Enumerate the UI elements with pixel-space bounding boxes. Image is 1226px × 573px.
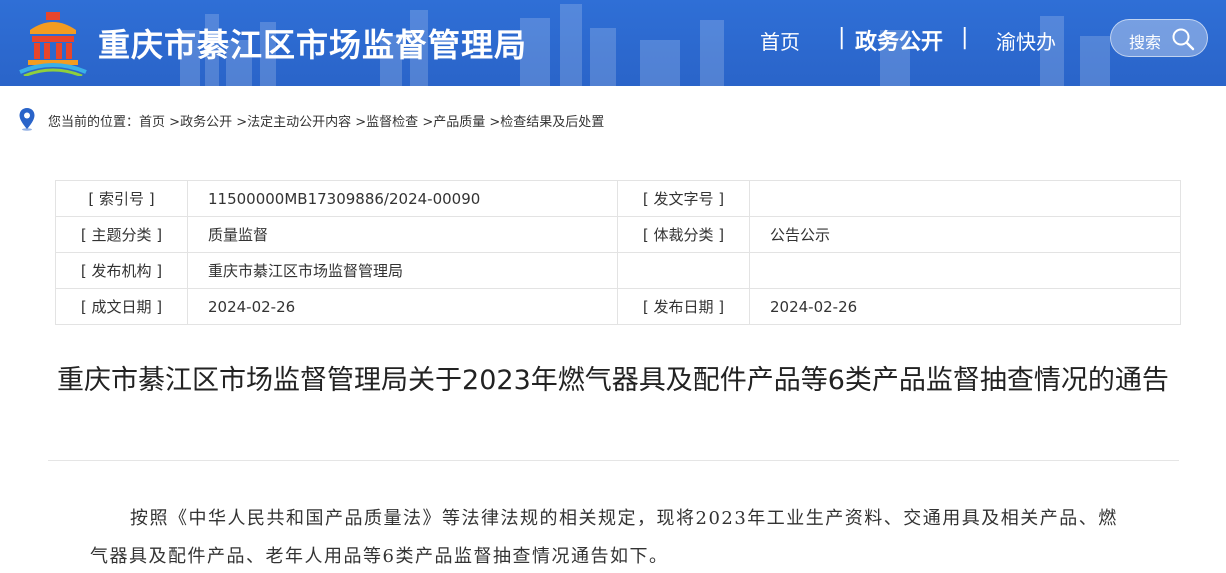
breadcrumb-item-statutory-content[interactable]: >法定主动公开内容 bbox=[236, 115, 351, 130]
table-row: [ 主题分类 ] 质量监督 [ 体裁分类 ] 公告公示 bbox=[55, 216, 1181, 253]
info-value-publisher: 重庆市綦江区市场监督管理局 bbox=[187, 252, 618, 289]
info-key-empty bbox=[617, 252, 750, 289]
search-button[interactable]: 搜索 bbox=[1110, 19, 1208, 57]
info-value-topic: 质量监督 bbox=[187, 216, 618, 253]
info-key-index: [ 索引号 ] bbox=[55, 180, 188, 217]
site-title: 重庆市綦江区市场监督管理局 bbox=[98, 26, 528, 64]
nav-yukuaiban-link[interactable]: 渝快办 bbox=[996, 26, 1056, 55]
breadcrumb-trail: 您当前的位置：首页 >政务公开 >法定主动公开内容 >监督检查 >产品质量 >检… bbox=[48, 111, 604, 130]
breadcrumb-item-home[interactable]: 首页 bbox=[139, 115, 165, 130]
document-body-paragraph: 按照《中华人民共和国产品质量法》等法律法规的相关规定，现将2023年工业生产资料… bbox=[90, 508, 1118, 567]
info-key-genre: [ 体裁分类 ] bbox=[617, 216, 750, 253]
table-row: [ 成文日期 ] 2024-02-26 [ 发布日期 ] 2024-02-26 bbox=[55, 288, 1181, 325]
info-value-publish-date: 2024-02-26 bbox=[749, 288, 1181, 325]
info-key-created-date: [ 成文日期 ] bbox=[55, 288, 188, 325]
breadcrumb-item-supervision[interactable]: >监督检查 bbox=[355, 115, 418, 130]
table-row: [ 索引号 ] 11500000MB17309886/2024-00090 [ … bbox=[55, 180, 1181, 217]
nav-gov-affairs-link[interactable]: 政务公开 bbox=[855, 24, 943, 56]
info-value-doc-number bbox=[749, 180, 1181, 217]
breadcrumb-item-inspection-results[interactable]: >检查结果及后处置 bbox=[489, 115, 604, 130]
info-key-publish-date: [ 发布日期 ] bbox=[617, 288, 750, 325]
search-icon bbox=[1172, 28, 1195, 51]
location-pin-icon bbox=[19, 108, 35, 131]
site-header: 重庆市綦江区市场监督管理局 首页 | 政务公开 | 渝快办 搜索 bbox=[0, 0, 1226, 86]
info-key-publisher: [ 发布机构 ] bbox=[55, 252, 188, 289]
nav-separator: | bbox=[838, 25, 846, 50]
nav-home-link[interactable]: 首页 bbox=[760, 26, 800, 55]
info-key-doc-number: [ 发文字号 ] bbox=[617, 180, 750, 217]
nav-separator: | bbox=[961, 25, 969, 50]
breadcrumb-item-gov-affairs[interactable]: >政务公开 bbox=[169, 115, 232, 130]
info-value-index: 11500000MB17309886/2024-00090 bbox=[187, 180, 618, 217]
info-key-topic: [ 主题分类 ] bbox=[55, 216, 188, 253]
breadcrumb-prefix: 您当前的位置： bbox=[48, 115, 140, 130]
document-info-table: [ 索引号 ] 11500000MB17309886/2024-00090 [ … bbox=[55, 180, 1181, 325]
site-logo-icon bbox=[19, 12, 87, 76]
info-value-empty bbox=[749, 252, 1181, 289]
info-value-created-date: 2024-02-26 bbox=[187, 288, 618, 325]
info-value-genre: 公告公示 bbox=[749, 216, 1181, 253]
breadcrumb: 您当前的位置：首页 >政务公开 >法定主动公开内容 >监督检查 >产品质量 >检… bbox=[18, 107, 918, 131]
title-divider bbox=[48, 460, 1179, 461]
document-title: 重庆市綦江区市场监督管理局关于2023年燃气器具及配件产品等6类产品监督抽查情况… bbox=[57, 365, 1169, 396]
breadcrumb-item-product-quality[interactable]: >产品质量 bbox=[422, 115, 485, 130]
search-label: 搜索 bbox=[1129, 33, 1162, 52]
table-row: [ 发布机构 ] 重庆市綦江区市场监督管理局 bbox=[55, 252, 1181, 289]
